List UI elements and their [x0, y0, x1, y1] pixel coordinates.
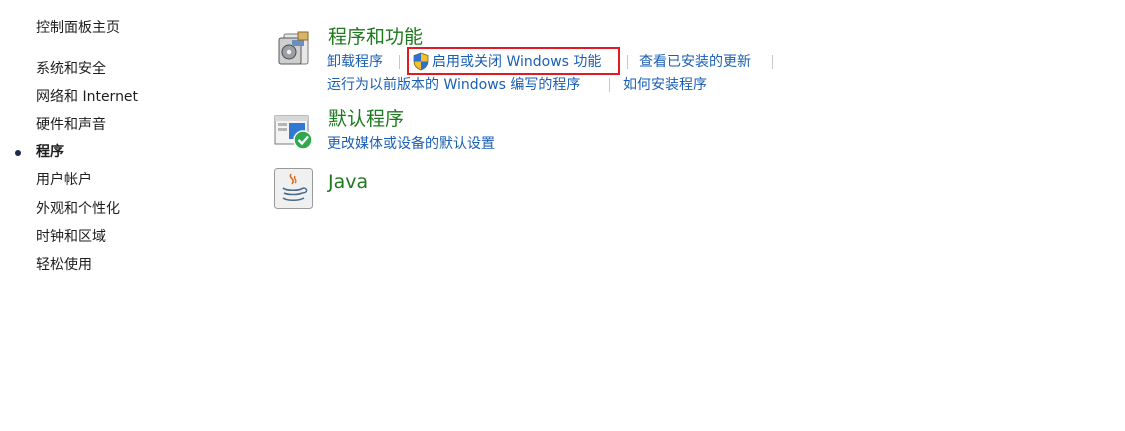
link-separator: [627, 55, 628, 69]
nav-appearance-personalization[interactable]: 外观和个性化: [36, 200, 120, 218]
run-older-programs-link[interactable]: 运行为以前版本的 Windows 编写的程序: [327, 76, 580, 94]
category-programs-features-title[interactable]: 程序和功能: [328, 26, 423, 48]
category-default-programs-title[interactable]: 默认程序: [328, 108, 404, 130]
link-separator: [609, 78, 610, 92]
how-to-install-link[interactable]: 如何安装程序: [623, 76, 707, 94]
view-installed-updates-link[interactable]: 查看已安装的更新: [639, 53, 751, 71]
nav-clock-region[interactable]: 时钟和区域: [36, 228, 106, 246]
default-programs-icon[interactable]: [274, 113, 314, 155]
nav-user-accounts[interactable]: 用户帐户: [36, 171, 92, 189]
change-media-defaults-link[interactable]: 更改媒体或设备的默认设置: [327, 135, 495, 153]
turn-windows-features-link[interactable]: 启用或关闭 Windows 功能: [432, 53, 601, 71]
uninstall-program-link[interactable]: 卸载程序: [327, 53, 383, 71]
java-cup-icon[interactable]: [274, 168, 314, 214]
category-java-title[interactable]: Java: [328, 171, 368, 193]
nav-system-security[interactable]: 系统和安全: [36, 60, 106, 78]
current-page-bullet: [15, 150, 21, 156]
link-separator: [399, 55, 400, 69]
nav-hardware-sound[interactable]: 硬件和声音: [36, 116, 106, 134]
control-panel-programs-page: 控制面板主页 系统和安全 网络和 Internet 硬件和声音 程序 用户帐户 …: [0, 0, 1125, 431]
uac-shield-icon: [412, 52, 430, 75]
nav-control-panel-home[interactable]: 控制面板主页: [36, 19, 120, 37]
nav-programs[interactable]: 程序: [36, 143, 64, 161]
nav-network-internet[interactable]: 网络和 Internet: [36, 88, 138, 106]
link-separator: [772, 55, 773, 69]
programs-features-icon[interactable]: [276, 28, 312, 72]
nav-ease-of-access[interactable]: 轻松使用: [36, 256, 92, 274]
